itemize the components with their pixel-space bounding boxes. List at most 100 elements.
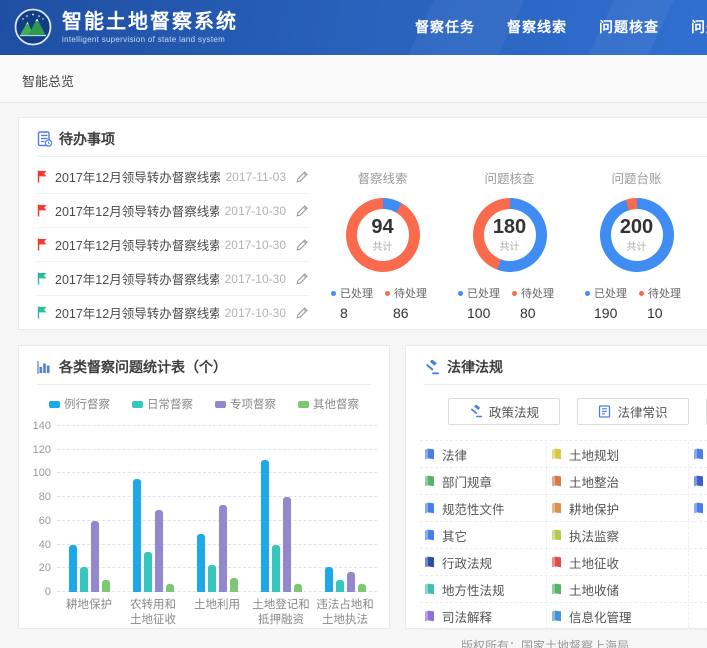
- law-list-item[interactable]: 土地规划: [547, 441, 689, 467]
- law-card-title: 法律法规: [447, 357, 503, 377]
- todo-edit-button[interactable]: [296, 306, 309, 319]
- bar-chart-icon: [37, 360, 52, 375]
- law-list-item[interactable]: 司法解释: [420, 603, 547, 629]
- law-tab-1[interactable]: 政策法规: [448, 398, 560, 425]
- law-list-item[interactable]: 信息化管理: [547, 603, 689, 629]
- bar: [336, 580, 344, 592]
- legend-pending: 待处理: [385, 285, 439, 301]
- book-icon: [424, 610, 435, 622]
- legend-item-日常督察[interactable]: 日常督察: [132, 396, 193, 412]
- law-tab-2[interactable]: 法律常识: [577, 398, 689, 425]
- law-card: 法律法规 政策法规法律常识 法律 土地规划 部门规章 土地整治 规范性文件 耕地…: [405, 345, 707, 629]
- bar: [91, 521, 99, 592]
- donut-ring: 94共计: [346, 198, 420, 272]
- pending-value: 86: [393, 305, 446, 321]
- law-list-item[interactable]: 土地收储: [547, 576, 689, 602]
- bar: [283, 497, 291, 592]
- divider: [424, 384, 707, 385]
- y-axis-tick: 60: [39, 515, 51, 527]
- gridline: 80: [57, 496, 377, 497]
- law-item-label: 法律: [442, 445, 467, 464]
- bar: [144, 552, 152, 592]
- law-list-item[interactable]: 地方性法规: [420, 576, 547, 602]
- law-list-item[interactable]: 行政法规: [420, 549, 547, 575]
- todo-item-text: 2017年12月领导转办督察线索: [55, 167, 220, 186]
- donut-total-label: 共计: [627, 238, 647, 253]
- todo-edit-button[interactable]: [296, 272, 309, 285]
- main-nav: 督察任务督察线索问题核查 问题台账: [415, 0, 707, 55]
- y-axis-tick: 120: [33, 444, 51, 456]
- todo-item-date: 2017-10-30: [225, 238, 286, 252]
- bar: [155, 510, 163, 592]
- law-list-item[interactable]: 耕地保护: [547, 495, 689, 521]
- nav-item-4[interactable]: 问题台账: [691, 0, 707, 55]
- todo-item[interactable]: 2017年12月领导转办督察线索2017-11-03: [37, 160, 309, 194]
- todo-item[interactable]: 2017年12月领导转办督察线索2017-10-30: [37, 296, 309, 329]
- bar: [261, 460, 269, 592]
- legend-item-专项督察[interactable]: 专项督察: [215, 396, 276, 412]
- law-list-item[interactable]: 其它: [420, 522, 547, 548]
- legend-pending: 待处理: [512, 285, 566, 301]
- law-list-item[interactable]: 土地征收: [547, 549, 689, 575]
- legend-pending: 待处理: [639, 285, 693, 301]
- y-axis-tick: 80: [39, 491, 51, 503]
- donut-chart: 督察任务已处理待处理175: [700, 160, 707, 321]
- bar: [219, 505, 227, 592]
- donut-title: 问题核查: [446, 168, 573, 187]
- nav-item-3[interactable]: 问题核查: [599, 0, 659, 55]
- mountain-emblem-icon: [14, 8, 52, 46]
- todo-item-text: 2017年12月领导转办督察线索: [55, 303, 219, 322]
- law-list-item[interactable]: 执法监察: [547, 522, 689, 548]
- law-item-label: 土地规划: [569, 445, 619, 464]
- todo-edit-button[interactable]: [296, 204, 309, 217]
- gavel-icon: [469, 405, 483, 418]
- todo-item[interactable]: 2017年12月领导转办督察线索2017-10-30: [37, 194, 309, 228]
- book-icon: [424, 583, 435, 595]
- law-list-item[interactable]: 土地整治: [547, 468, 689, 494]
- flag-icon: [37, 272, 48, 285]
- book-icon: [693, 448, 704, 460]
- todo-item[interactable]: 2017年12月领导转办督察线索2017-10-30: [37, 262, 309, 296]
- app-subtitle: intelligent supervision of state land sy…: [62, 35, 238, 44]
- bar: [230, 578, 238, 592]
- law-item-label: 土地征收: [569, 553, 619, 572]
- law-item-label: 规范性文件: [442, 499, 505, 518]
- todo-list: 2017年12月领导转办督察线索2017-11-03 2017年12月领导转办督…: [37, 160, 309, 329]
- donut-chart: 问题核查180共计已处理待处理10080: [446, 160, 573, 321]
- law-list: 法律 土地规划 部门规章 土地整治 规范性文件 耕地保护 其它 执法监察 行政法…: [420, 440, 707, 630]
- legend-item-其他督察[interactable]: 其他督察: [298, 396, 359, 412]
- todo-card: 待办事项 2017年12月领导转办督察线索2017-11-03 2017年12月…: [18, 117, 707, 330]
- law-list-item: [689, 549, 707, 575]
- law-list-item[interactable]: [689, 468, 707, 494]
- nav-item-2[interactable]: 督察线索: [507, 0, 567, 55]
- y-axis-tick: 40: [39, 539, 51, 551]
- bar-chart-legend: 例行督察 日常督察 专项督察 其他督察: [19, 396, 389, 412]
- top-header: 智能土地督察系统 intelligent supervision of stat…: [0, 0, 707, 55]
- legend-item-例行督察[interactable]: 例行督察: [49, 396, 110, 412]
- law-row: 司法解释 信息化管理: [420, 603, 707, 630]
- law-item-label: 部门规章: [442, 472, 492, 491]
- law-row: 法律 土地规划: [420, 440, 707, 468]
- law-list-item[interactable]: 法律: [420, 441, 547, 467]
- law-list-item[interactable]: [689, 441, 707, 467]
- todo-edit-button[interactable]: [296, 238, 309, 251]
- law-list-item[interactable]: 部门规章: [420, 468, 547, 494]
- law-item-label: 土地收储: [569, 580, 619, 599]
- todo-item-date: 2017-10-30: [225, 272, 286, 286]
- book-icon: [424, 502, 435, 514]
- pending-value: 80: [520, 305, 573, 321]
- bar: [347, 572, 355, 592]
- todo-edit-button[interactable]: [296, 170, 309, 183]
- dashboard-screen: 智能土地督察系统 intelligent supervision of stat…: [0, 0, 707, 648]
- law-card-header: 法律法规: [424, 357, 503, 377]
- law-row: 地方性法规 土地收储: [420, 576, 707, 603]
- book-icon: [424, 556, 435, 568]
- nav-item-1[interactable]: 督察任务: [415, 0, 475, 55]
- todo-list-icon: [37, 131, 52, 147]
- law-list-item[interactable]: [689, 495, 707, 521]
- law-row: 其它 执法监察: [420, 522, 707, 549]
- law-item-label: 土地整治: [569, 472, 619, 491]
- todo-item[interactable]: 2017年12月领导转办督察线索2017-10-30: [37, 228, 309, 262]
- brand-logo: 智能土地督察系统 intelligent supervision of stat…: [14, 8, 238, 46]
- law-list-item[interactable]: 规范性文件: [420, 495, 547, 521]
